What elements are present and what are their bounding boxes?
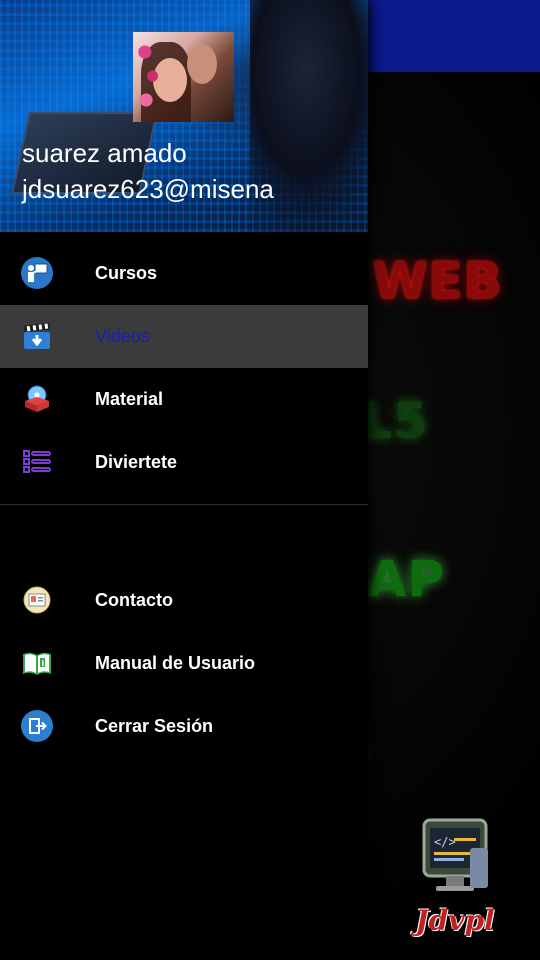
svg-text:i: i	[42, 659, 45, 668]
menu-item-label: Videos	[95, 326, 150, 346]
checklist-icon	[21, 446, 53, 478]
menu-item-contacto[interactable]: Contacto	[0, 569, 368, 632]
menu-item-cursos[interactable]: Cursos	[0, 242, 368, 305]
menu-item-diviertete[interactable]: Diviertete	[0, 431, 368, 494]
video-clapper-icon	[21, 320, 53, 352]
contact-card-icon	[21, 584, 53, 616]
menu-item-label: Material	[95, 389, 164, 409]
menu-item-cerrar-sesion[interactable]: Cerrar Sesión	[0, 695, 368, 758]
avatar[interactable]	[133, 32, 234, 122]
navigation-drawer[interactable]: suarez amado jdsuarez623@misena Cursos V…	[0, 0, 368, 960]
menu-item-label: Manual de Usuario	[95, 653, 256, 673]
presenter-icon	[21, 257, 53, 289]
disc-box-icon	[21, 383, 53, 415]
menu-item-manual-usuario[interactable]: i Manual de Usuario	[0, 632, 368, 695]
menu-item-videos[interactable]: Videos	[0, 305, 368, 368]
book-icon: i	[21, 647, 53, 679]
brand-logo: </> Jdvpl	[410, 818, 500, 948]
menu-item-label: Cursos	[95, 263, 158, 283]
user-email: jdsuarez623@misena	[22, 174, 274, 204]
menu-item-material[interactable]: Material	[0, 368, 368, 431]
drawer-header: suarez amado jdsuarez623@misena	[0, 0, 368, 232]
monitor-logo-icon: </>	[422, 818, 488, 891]
user-name: suarez amado	[22, 138, 187, 168]
menu-item-label: Cerrar Sesión	[95, 716, 214, 736]
menu-item-label: Contacto	[95, 590, 173, 610]
svg-text:</>: </>	[434, 835, 456, 849]
logo-text: Jdvpl	[415, 904, 495, 937]
logout-icon	[21, 710, 53, 742]
menu-item-label: Diviertete	[95, 452, 178, 472]
